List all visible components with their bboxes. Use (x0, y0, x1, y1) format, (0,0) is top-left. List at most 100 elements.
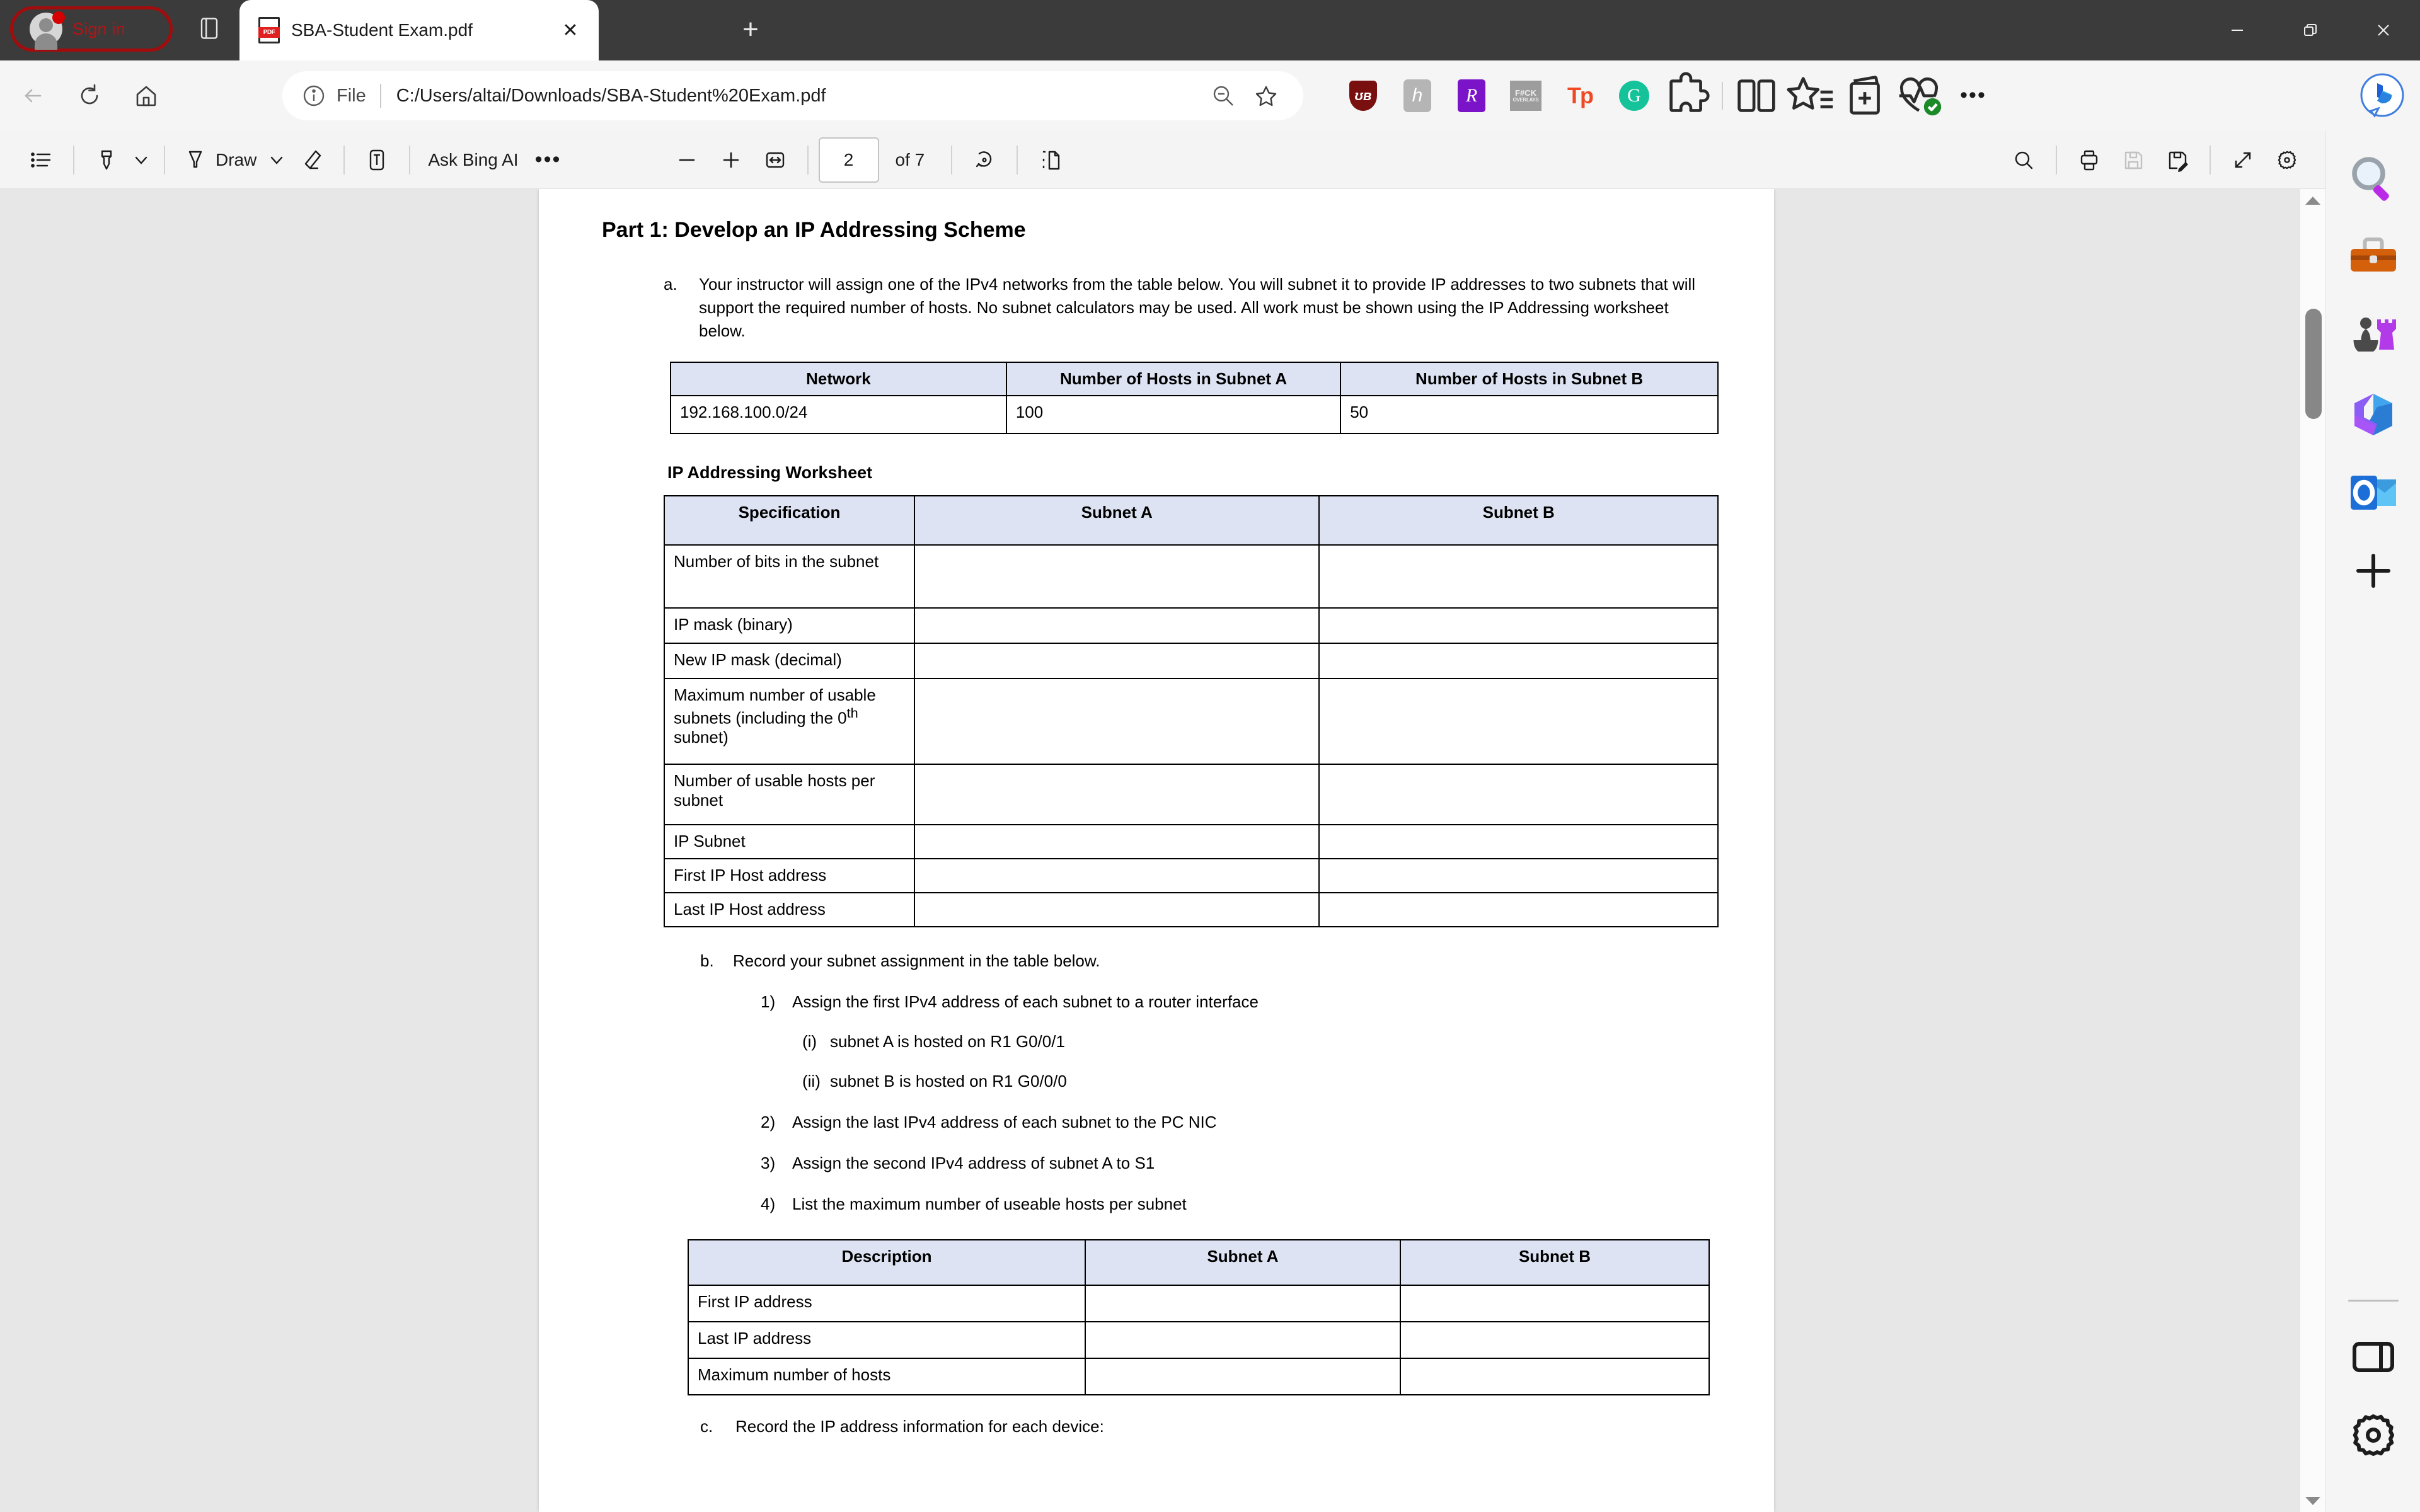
sidebar-item-microsoft365[interactable] (2343, 384, 2404, 445)
table-of-contents-button[interactable] (19, 138, 63, 182)
scrollbar-thumb[interactable] (2305, 309, 2322, 419)
pdf-settings-button[interactable] (2265, 138, 2309, 182)
save-as-button[interactable] (2155, 138, 2199, 182)
sign-in-button[interactable]: Sign in (10, 6, 173, 52)
close-icon[interactable]: ✕ (556, 16, 585, 45)
sidebar-toggle-button[interactable] (2343, 1327, 2404, 1387)
page-count-label: of 7 (895, 149, 925, 169)
refresh-button[interactable] (66, 72, 113, 120)
ask-bing-ai-button[interactable]: Ask Bing AI (420, 138, 526, 182)
list-item-b1i: (i) subnet A is hosted on R1 G0/0/1 (802, 1032, 1719, 1051)
toolbar-divider (1722, 82, 1723, 110)
extension-rakuten[interactable]: R (1444, 60, 1499, 131)
cell-spec: Number of bits in the subnet (663, 544, 916, 609)
column-header-network: Network (670, 361, 1007, 396)
highlight-button[interactable] (84, 138, 129, 182)
zoom-out-button[interactable] (665, 138, 709, 182)
close-window-button[interactable] (2347, 0, 2420, 60)
info-icon[interactable] (300, 82, 328, 110)
sidebar-item-games[interactable] (2343, 306, 2404, 367)
cell-subnet-a (914, 857, 1320, 893)
settings-and-more-button[interactable]: ••• (1946, 60, 2000, 131)
table-row: Last IP address (688, 1320, 1710, 1359)
sidebar-item-search[interactable] (2343, 150, 2404, 210)
minimize-icon (2232, 30, 2243, 31)
draw-options-button[interactable] (264, 147, 289, 173)
vertical-scrollbar[interactable] (2300, 189, 2325, 1512)
list-marker: (i) (802, 1031, 817, 1051)
cell-spec: Number of usable hosts per subnet (663, 763, 916, 825)
column-header-description: Description (688, 1239, 1086, 1286)
chevron-down-icon (2305, 1496, 2320, 1505)
extension-ublock-origin[interactable]: ʊʙ (1336, 60, 1390, 131)
column-header-subnet-b: Subnet B (1400, 1239, 1710, 1286)
table-row: Last IP Host address (663, 891, 1719, 927)
minus-icon (679, 159, 694, 161)
chevron-down-icon (135, 156, 147, 164)
rotate-icon (976, 151, 992, 167)
scroll-up-button[interactable] (2300, 189, 2325, 212)
sidebar-item-tools[interactable] (2343, 228, 2404, 289)
add-text-button[interactable] (355, 138, 399, 182)
split-screen-button[interactable] (1729, 60, 1783, 131)
highlighter-icon (101, 150, 112, 169)
cell-subnet-b (1318, 857, 1719, 893)
save-button[interactable] (2111, 138, 2155, 182)
extension-fuck-overlays[interactable]: F#CK OVERLAYS (1499, 60, 1553, 131)
add-favorite-button[interactable] (1247, 76, 1286, 115)
rotate-button[interactable] (962, 138, 1006, 182)
sidebar-item-outlook[interactable] (2343, 462, 2404, 523)
extensions-button[interactable] (1661, 60, 1715, 131)
page-number-input[interactable]: 2 (818, 137, 879, 183)
copilot-button[interactable] (2358, 72, 2406, 120)
cell-subnet-a (914, 642, 1320, 679)
table-row: Number of usable hosts per subnet (663, 763, 1719, 825)
extension-honey[interactable]: h (1390, 60, 1444, 131)
extension-tp[interactable]: Tp (1553, 60, 1607, 131)
search-pdf-button[interactable] (2002, 138, 2046, 182)
zoom-in-button[interactable] (709, 138, 753, 182)
eraser-icon (305, 150, 321, 169)
address-bar[interactable]: File C:/Users/altai/Downloads/SBA-Studen… (282, 71, 1303, 120)
home-button[interactable] (122, 72, 170, 120)
list-item-b: b. Record your subnet assignment in the … (700, 951, 1719, 971)
chevron-down-icon (271, 156, 283, 164)
maximize-button[interactable] (2274, 0, 2347, 60)
minimize-button[interactable] (2201, 0, 2274, 60)
address-url-text[interactable]: C:/Users/altai/Downloads/SBA-Student%20E… (396, 86, 826, 106)
fit-to-width-button[interactable] (753, 138, 797, 182)
fuck-overlays-icon: F#CK OVERLAYS (1510, 81, 1541, 111)
cell-subnet-b (1318, 642, 1719, 679)
list-item-a: a. Your instructor will assign one of th… (664, 273, 1719, 343)
sidebar-settings-button[interactable] (2343, 1405, 2404, 1465)
cell-description: First IP address (688, 1284, 1086, 1322)
puzzle-piece-icon (1669, 72, 1710, 112)
extension-grammarly[interactable]: G (1607, 60, 1661, 131)
tab-search-button[interactable] (189, 9, 229, 48)
new-tab-button[interactable]: + (731, 10, 770, 49)
browser-tab[interactable]: SBA-Student Exam.pdf ✕ (239, 0, 599, 60)
zoom-out-button[interactable] (1204, 76, 1243, 115)
pdf-more-options-button[interactable]: ••• (526, 138, 570, 182)
sidebar-item-add[interactable] (2343, 541, 2404, 601)
toolbar-divider (73, 145, 74, 175)
page-view-button[interactable] (1028, 138, 1072, 182)
print-button[interactable] (2067, 138, 2111, 182)
column-header-hosts-b: Number of Hosts in Subnet B (1340, 361, 1719, 396)
fo-main-text: F#CK (1515, 88, 1536, 98)
scroll-down-button[interactable] (2300, 1489, 2325, 1512)
toolbar-divider (164, 145, 165, 175)
pdf-viewer[interactable]: Part 1: Develop an IP Addressing Scheme … (0, 189, 2325, 1512)
browser-essentials-button[interactable] (1892, 60, 1946, 131)
fullscreen-button[interactable] (2221, 138, 2265, 182)
worksheet-title: IP Addressing Worksheet (667, 462, 873, 482)
erase-button[interactable] (289, 138, 333, 182)
back-button[interactable] (9, 72, 57, 120)
draw-button[interactable]: Draw (175, 138, 264, 182)
highlight-options-button[interactable] (129, 147, 154, 173)
collections-button[interactable] (1838, 60, 1892, 131)
avatar (30, 11, 65, 50)
cell-spec: IP mask (binary) (663, 607, 916, 644)
avatar-alert-dot (52, 11, 65, 24)
favorites-button[interactable] (1783, 60, 1838, 131)
